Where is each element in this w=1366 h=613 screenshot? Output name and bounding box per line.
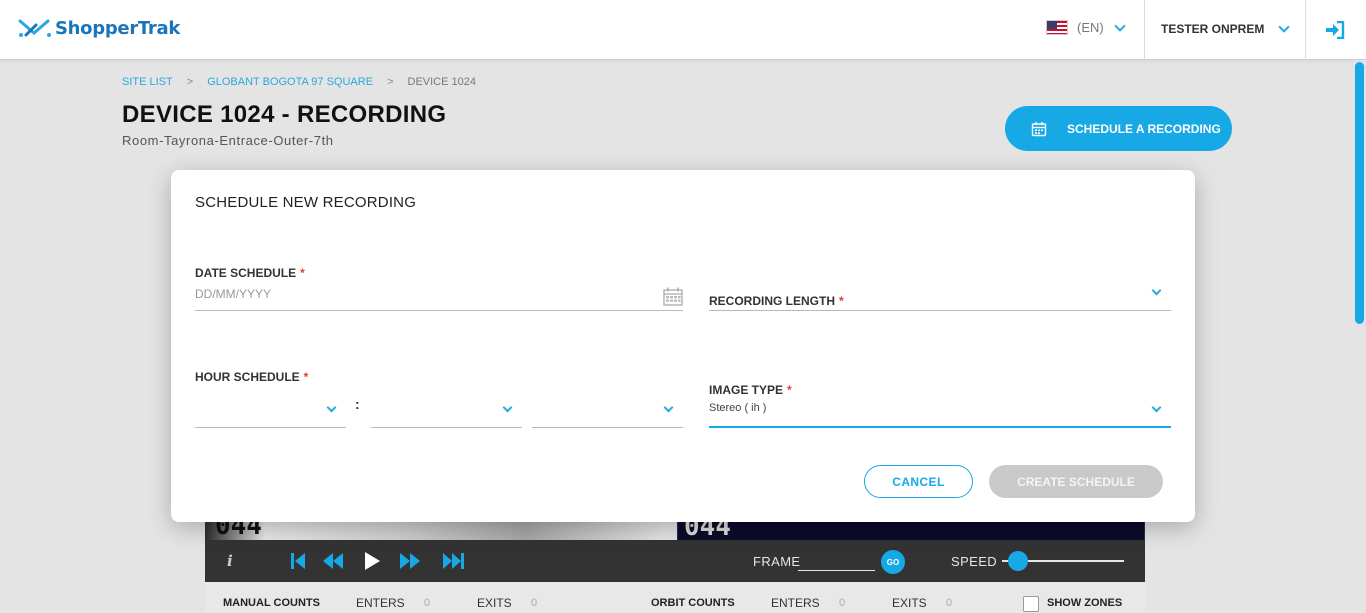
orbit-exits-label: EXITS [892,596,927,610]
create-schedule-button[interactable]: CREATE SCHEDULE [989,465,1163,498]
video-player-controls: i FRAME GO SPEED [205,540,1145,582]
manual-exits-label: EXITS [477,596,512,610]
info-icon[interactable]: i [227,552,233,570]
date-schedule-label: DATE SCHEDULE * [195,266,305,280]
speed-label: SPEED [951,554,998,569]
brand-logo[interactable]: ShopperTrak [18,17,180,39]
chevron-down-icon[interactable] [1151,285,1162,296]
image-type-label-text: IMAGE TYPE [709,383,784,397]
manual-counts-label: MANUAL COUNTS [223,597,320,609]
fast-forward-icon[interactable] [399,551,421,571]
manual-enters-value: 0 [424,597,431,609]
top-navigation-bar: ShopperTrak (EN) TESTER ONPREM [0,0,1366,60]
cancel-button[interactable]: CANCEL [864,465,973,498]
chevron-down-icon[interactable] [1151,402,1162,413]
date-schedule-label-text: DATE SCHEDULE [195,266,297,280]
header-divider [1305,0,1306,60]
shoppertrak-logo-icon [18,19,51,37]
required-marker: * [303,370,309,384]
modal-title: SCHEDULE NEW RECORDING [195,194,417,211]
show-zones-checkbox[interactable] [1023,596,1039,612]
frame-input[interactable] [798,552,875,571]
orbit-exits-value: 0 [946,597,953,609]
required-marker: * [839,294,844,308]
chevron-down-icon [326,402,337,413]
hour-schedule-label-text: HOUR SCHEDULE [195,370,300,384]
orbit-counts-label: ORBIT COUNTS [651,597,735,609]
counts-bar: MANUAL COUNTS ENTERS 0 EXITS 0 ORBIT COU… [205,582,1145,613]
chevron-down-icon [1278,21,1291,33]
image-type-underline [709,426,1171,428]
calendar-icon[interactable] [663,287,683,306]
rewind-icon[interactable] [322,551,344,571]
orbit-enters-value: 0 [839,597,846,609]
us-flag-icon [1046,20,1068,35]
period-select-underline [532,427,683,428]
go-button[interactable]: GO [881,550,905,574]
page-scrollbar-thumb[interactable] [1355,62,1364,324]
image-type-select[interactable]: Stereo ( ih ) [709,402,766,414]
required-marker: * [787,383,792,397]
schedule-recording-modal: SCHEDULE NEW RECORDING DATE SCHEDULE * DD… [171,170,1195,522]
time-separator: : [355,396,360,412]
recording-length-underline [709,310,1171,311]
hour-select-underline [195,427,346,428]
calendar-icon [1031,121,1047,136]
logout-icon[interactable] [1325,21,1345,39]
minute-select-underline [371,427,522,428]
language-selector[interactable]: (EN) [1046,19,1126,35]
breadcrumb: SITE LIST > GLOBANT BOGOTA 97 SQUARE > D… [122,76,476,88]
chevron-down-icon [663,402,674,413]
date-schedule-underline [195,310,683,311]
required-marker: * [300,266,305,280]
page-title: DEVICE 1024 - RECORDING [122,101,447,128]
schedule-recording-button[interactable]: SCHEDULE A RECORDING [1005,106,1232,151]
page-subtitle: Room-Tayrona-Entrace-Outer-7th [122,133,334,148]
user-menu[interactable]: TESTER ONPREM [1161,21,1291,36]
skip-to-start-icon[interactable] [290,551,306,571]
schedule-recording-label: SCHEDULE A RECORDING [1067,121,1221,136]
chevron-down-icon [1114,19,1126,32]
breadcrumb-current: DEVICE 1024 [407,76,476,88]
play-icon[interactable] [363,551,381,571]
image-type-label: IMAGE TYPE * [709,383,792,397]
date-schedule-input[interactable]: DD/MM/YYYY [195,287,271,301]
breadcrumb-site-list[interactable]: SITE LIST [122,76,173,88]
chevron-down-icon [502,402,513,413]
breadcrumb-separator: > [186,76,194,88]
brand-name: ShopperTrak [55,17,180,39]
language-code: (EN) [1077,20,1104,35]
user-name: TESTER ONPREM [1161,22,1265,36]
hour-schedule-label: HOUR SCHEDULE * [195,370,308,384]
show-zones-label: SHOW ZONES [1047,597,1123,609]
manual-enters-label: ENTERS [356,596,405,610]
skip-to-end-icon[interactable] [442,551,466,571]
header-divider [1144,0,1145,60]
manual-exits-value: 0 [531,597,538,609]
recording-length-select[interactable]: RECORDING LENGTH * [709,294,844,308]
frame-label: FRAME [753,554,801,569]
breadcrumb-separator: > [387,76,394,88]
breadcrumb-site[interactable]: GLOBANT BOGOTA 97 SQUARE [207,76,373,88]
recording-length-label: RECORDING LENGTH [709,294,835,308]
orbit-enters-label: ENTERS [771,596,820,610]
speed-slider-handle[interactable] [1008,551,1028,571]
